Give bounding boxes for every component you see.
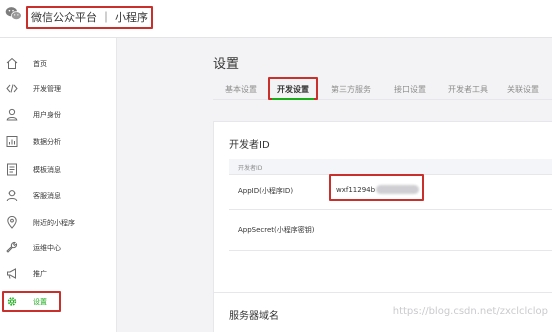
chart-icon [6, 136, 18, 147]
appid-value[interactable]: wxf11294b [336, 186, 375, 194]
main-content: 设置 基本设置 开发设置 第三方服务 接口设置 开发者工具 关联设置 开发者ID… [117, 38, 552, 332]
appsecret-label: AppSecret(小程序密钥) [238, 226, 315, 234]
sidebar-item-ops-center[interactable]: 运维中心 [0, 237, 117, 259]
sidebar-item-customer-service[interactable]: 客服消息 [0, 185, 117, 207]
page-title: 设置 [213, 57, 240, 72]
home-icon [6, 57, 18, 69]
developer-id-card: 开发者ID 开发者ID AppID(小程序ID) wxf11294b AppSe… [213, 121, 552, 314]
sidebar-item-label: 运维中心 [33, 244, 61, 252]
sidebar-item-home[interactable]: 首页 [0, 53, 117, 75]
tab-third-party-services[interactable]: 第三方服务 [331, 84, 371, 95]
watermark: https://blog.csdn.net/zxclclclop [392, 306, 548, 317]
card-title: 开发者ID [229, 140, 270, 151]
active-tab-underline [272, 98, 314, 100]
document-icon [7, 163, 17, 176]
sidebar-item-template-messages[interactable]: 模板消息 [0, 159, 117, 181]
sidebar-item-label: 数据分析 [33, 138, 61, 146]
appid-label: AppID(小程序ID) [238, 187, 294, 195]
sidebar-item-label: 推广 [33, 270, 47, 278]
sidebar-item-label: 开发管理 [33, 85, 61, 93]
sidebar: 首页 开发管理 用户身份 数据分析 模板消息 客服消息 附近的小程序 运维中心 … [0, 38, 117, 332]
sidebar-item-label: 首页 [33, 60, 47, 68]
support-icon [6, 190, 18, 202]
sidebar-item-label: 客服消息 [33, 192, 61, 200]
tab-developer-tools[interactable]: 开发者工具 [448, 84, 488, 95]
tab-interface-settings[interactable]: 接口设置 [394, 84, 426, 95]
dev-settings-highlight-box [268, 77, 318, 100]
card-title: 服务器域名 [229, 311, 279, 322]
brand-title[interactable]: 微信公众平台 ｜ 小程序 [31, 9, 148, 25]
sidebar-item-dev-management[interactable]: 开发管理 [0, 78, 117, 100]
tab-basic-settings[interactable]: 基本设置 [225, 84, 257, 95]
table-header-row: 开发者ID [229, 159, 552, 174]
settings-highlight-box [2, 291, 61, 312]
top-bar: 微信公众平台 ｜ 小程序 [0, 0, 552, 38]
divider [229, 209, 552, 210]
sidebar-item-nearby-mini-programs[interactable]: 附近的小程序 [0, 212, 117, 234]
user-icon [6, 108, 18, 121]
redacted-appid-tail [376, 185, 419, 194]
sidebar-item-label: 模板消息 [33, 166, 61, 174]
location-pin-icon [7, 216, 17, 229]
sidebar-item-label: 用户身份 [33, 111, 61, 119]
tab-related-settings[interactable]: 关联设置 [507, 84, 539, 95]
wechat-logo-icon [5, 7, 22, 20]
wrench-icon [6, 241, 18, 253]
sidebar-item-data-analysis[interactable]: 数据分析 [0, 131, 117, 153]
sidebar-item-promotion[interactable]: 推广 [0, 263, 117, 285]
sidebar-item-user-identity[interactable]: 用户身份 [0, 104, 117, 126]
megaphone-icon [7, 268, 16, 279]
divider [229, 250, 552, 251]
sidebar-item-label: 附近的小程序 [33, 219, 75, 227]
code-icon [6, 84, 18, 93]
table-header-label: 开发者ID [238, 165, 263, 172]
settings-tabs: 基本设置 开发设置 第三方服务 接口设置 开发者工具 关联设置 [213, 78, 552, 100]
